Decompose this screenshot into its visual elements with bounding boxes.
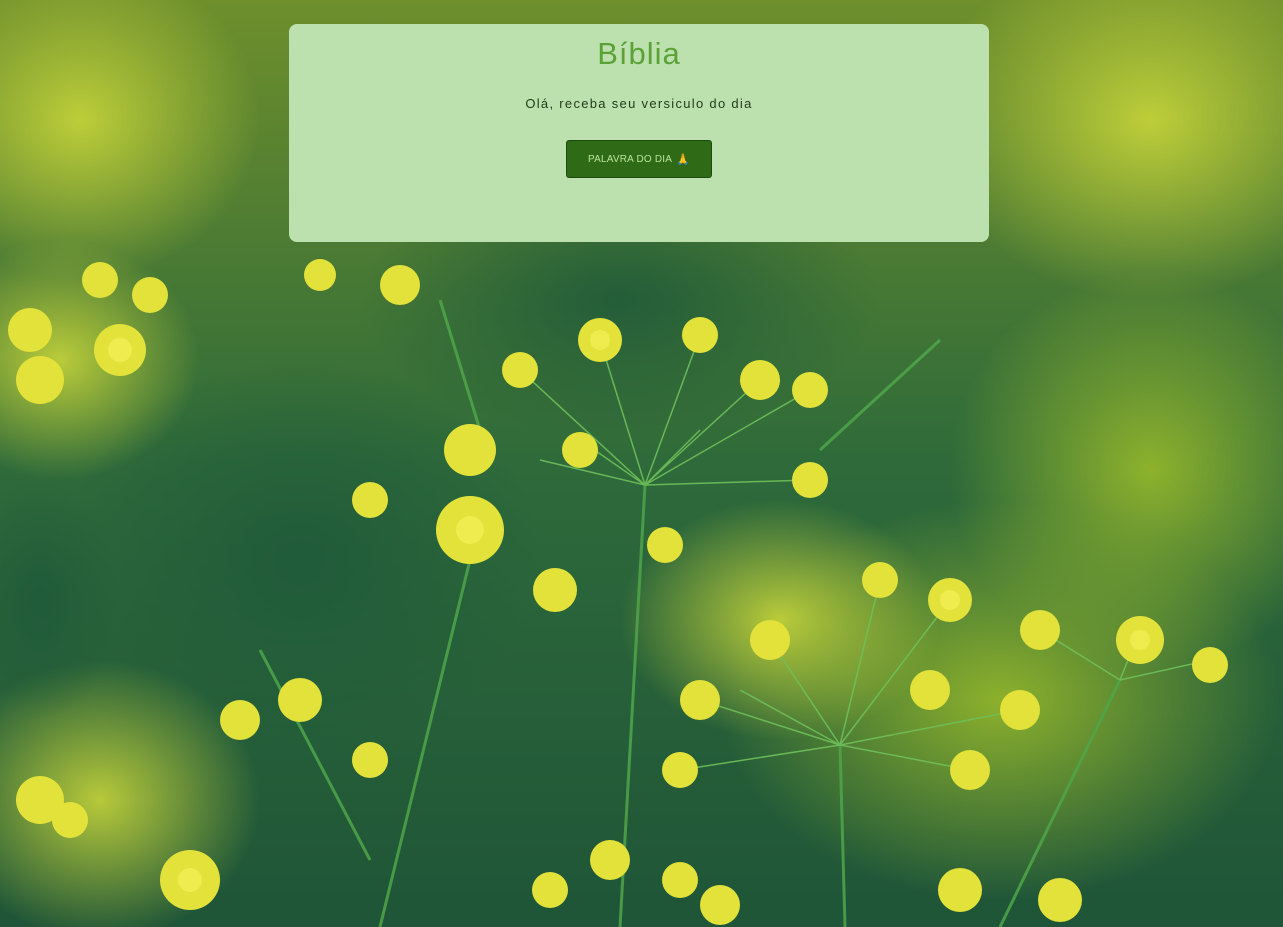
word-of-the-day-button[interactable]: PALAVRA DO DIA 🙏 — [566, 140, 712, 178]
praying-hands-icon: 🙏 — [676, 153, 691, 166]
greeting-text: Olá, receba seu versiculo do dia — [525, 96, 753, 111]
button-label: PALAVRA DO DIA — [587, 153, 673, 165]
page-title: Bíblia — [597, 36, 681, 71]
verse-card: Bíblia Olá, receba seu versiculo do dia … — [289, 24, 989, 242]
